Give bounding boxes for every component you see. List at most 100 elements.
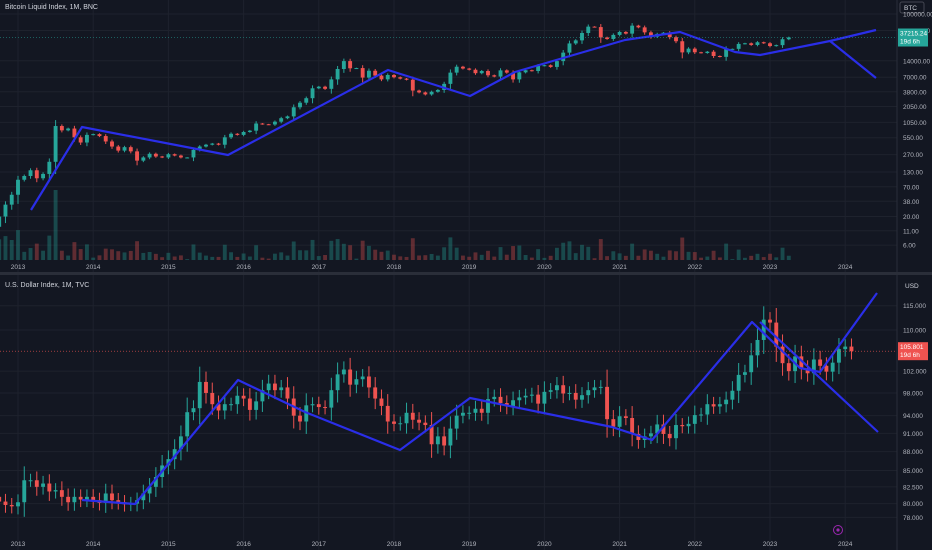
candle-body	[235, 133, 240, 135]
candle-body	[429, 91, 434, 95]
volume-bar	[0, 239, 2, 260]
volume-bar	[291, 241, 296, 260]
candle-body	[47, 483, 52, 492]
candle-body	[580, 32, 584, 41]
volume-bar	[567, 241, 572, 260]
time-tick-label: 2021	[612, 541, 627, 548]
candle-body	[699, 414, 704, 416]
candle-body	[285, 387, 290, 399]
volume-bar	[705, 256, 710, 260]
volume-bar	[780, 247, 785, 260]
price-tick-label: 20.00	[903, 214, 920, 221]
volume-bar	[423, 255, 428, 260]
candle-body	[554, 61, 559, 67]
candle-body	[135, 151, 140, 161]
volume-bar	[667, 250, 672, 260]
candle-body	[605, 386, 610, 420]
candle-body	[335, 68, 340, 80]
candle-body	[291, 107, 296, 117]
volume-bar	[335, 239, 340, 260]
candle-body	[692, 48, 697, 53]
candle-body	[279, 118, 284, 122]
volume-bar	[272, 253, 277, 260]
candle-body	[335, 374, 340, 391]
volume-bar	[486, 250, 490, 260]
candle-body	[454, 415, 459, 429]
candle-body	[298, 415, 302, 422]
candle-body	[210, 392, 215, 405]
volume-bar	[84, 244, 89, 260]
candle-body	[523, 395, 528, 398]
candle-body	[341, 61, 346, 69]
candle-body	[222, 137, 227, 145]
volume-bar	[298, 250, 302, 260]
candle-body	[360, 68, 365, 78]
candle-body	[216, 143, 221, 145]
volume-bar	[498, 247, 503, 260]
candle-body	[573, 392, 578, 400]
candle-body	[279, 387, 284, 391]
candle-body	[241, 132, 246, 135]
dxy-currency-badge[interactable]: USD	[905, 283, 919, 290]
candle-body	[392, 421, 396, 424]
volume-bar	[435, 255, 440, 260]
volume-bar	[586, 246, 591, 260]
volume-bar	[3, 236, 8, 260]
time-tick-label: 2021	[612, 264, 627, 271]
candle-body	[749, 355, 754, 373]
candle-body	[398, 423, 403, 425]
candle-body	[586, 390, 591, 396]
candle-body	[97, 134, 102, 137]
candle-body	[9, 194, 14, 205]
volume-bar	[661, 256, 666, 260]
volume-bar	[699, 257, 704, 260]
volume-bar	[316, 256, 321, 260]
candle-body	[711, 404, 716, 407]
candle-body	[91, 134, 96, 136]
volume-bar	[34, 243, 39, 260]
volume-bar	[479, 254, 484, 260]
candle-body	[373, 387, 378, 399]
candle-body	[404, 78, 409, 80]
candle-body	[542, 65, 547, 67]
candle-body	[611, 34, 616, 39]
pane-divider[interactable]	[0, 272, 932, 275]
volume-bar	[59, 250, 64, 260]
candle-body	[379, 75, 384, 80]
volume-bar	[122, 252, 127, 260]
candle-body	[147, 153, 152, 158]
volume-bar	[686, 251, 691, 260]
chart-stage[interactable]: Bitcoin Liquid Index, 1M, BNC U.S. Dolla…	[0, 0, 932, 550]
time-tick-label: 2019	[462, 541, 477, 548]
candle-body	[172, 154, 177, 156]
time-tick-label: 2017	[312, 264, 327, 271]
candle-body	[410, 79, 415, 91]
candle-body	[435, 436, 440, 445]
candle-body	[486, 71, 490, 76]
candle-body	[329, 390, 334, 408]
price-tick-label: 88.000	[903, 449, 923, 456]
candle-body	[354, 68, 359, 70]
candle-body	[435, 89, 440, 92]
candle-body	[84, 134, 89, 143]
volume-bar	[398, 256, 403, 260]
candle-body	[66, 128, 71, 131]
time-tick-label: 2015	[161, 264, 176, 271]
candle-body	[849, 346, 854, 352]
volume-bar	[379, 251, 384, 260]
candle-body	[492, 75, 497, 77]
price-tick-label: 3800.00	[903, 89, 927, 96]
candle-body	[272, 383, 277, 391]
price-tick-label: 80.000	[903, 501, 923, 508]
candle-body	[561, 385, 566, 394]
candle-body	[567, 392, 572, 394]
candle-body	[674, 425, 678, 439]
time-tick-label: 2019	[462, 264, 477, 271]
candle-body	[548, 65, 553, 67]
time-tick-label: 2022	[688, 264, 703, 271]
volume-bar	[774, 257, 779, 260]
volume-bar	[768, 253, 772, 260]
price-tick-label: 70.00	[903, 184, 920, 191]
price-tick-label: 2050.00	[903, 104, 927, 111]
candle-body	[316, 86, 321, 89]
